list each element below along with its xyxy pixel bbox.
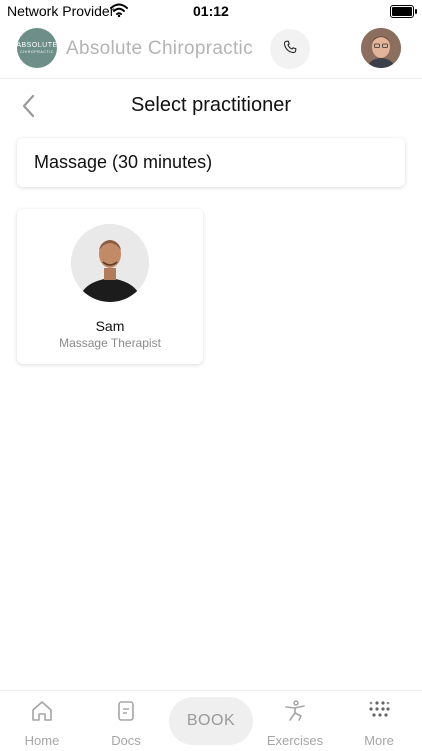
grid-dots-icon xyxy=(367,699,391,723)
wifi-icon xyxy=(110,3,128,22)
exercise-icon xyxy=(283,699,307,723)
practitioner-name: Sam xyxy=(95,318,125,334)
nav-home[interactable]: Home xyxy=(12,691,72,751)
brand-name: Absolute Chiropractic xyxy=(66,38,253,59)
battery-icon xyxy=(390,5,417,18)
nav-docs-label: Docs xyxy=(111,733,141,748)
service-label: Massage (30 minutes) xyxy=(34,152,213,172)
phone-icon xyxy=(282,39,298,60)
bottom-nav: Home Docs BOOK Exercises More xyxy=(0,690,422,751)
practitioner-card[interactable]: Sam Massage Therapist xyxy=(17,209,203,364)
logo-line2: CHIROPRACTIC xyxy=(20,50,54,54)
nav-home-label: Home xyxy=(24,733,60,748)
selected-service-card[interactable]: Massage (30 minutes) xyxy=(17,138,405,187)
book-button[interactable]: BOOK xyxy=(169,697,253,745)
nav-docs[interactable]: Docs xyxy=(96,691,156,751)
clock: 01:12 xyxy=(193,3,229,19)
page-title: Select practitioner xyxy=(130,94,292,116)
status-bar: Network Provider 01:12 xyxy=(0,0,422,22)
carrier-label: Network Provider xyxy=(7,3,115,19)
practitioner-photo xyxy=(71,224,149,302)
home-icon xyxy=(30,699,54,723)
app-header: ABSOLUTE CHIROPRACTIC Absolute Chiroprac… xyxy=(0,22,422,79)
logo-line1: ABSOLUTE xyxy=(16,42,58,49)
call-button[interactable] xyxy=(270,29,310,69)
nav-more-label: More xyxy=(364,733,394,748)
practitioner-role: Massage Therapist xyxy=(59,336,161,350)
nav-exercises-label: Exercises xyxy=(266,733,324,748)
brand-logo[interactable]: ABSOLUTE CHIROPRACTIC xyxy=(16,28,58,68)
nav-more[interactable]: More xyxy=(349,691,409,751)
document-icon xyxy=(114,699,138,723)
nav-exercises[interactable]: Exercises xyxy=(265,691,325,751)
user-avatar[interactable] xyxy=(361,28,401,68)
